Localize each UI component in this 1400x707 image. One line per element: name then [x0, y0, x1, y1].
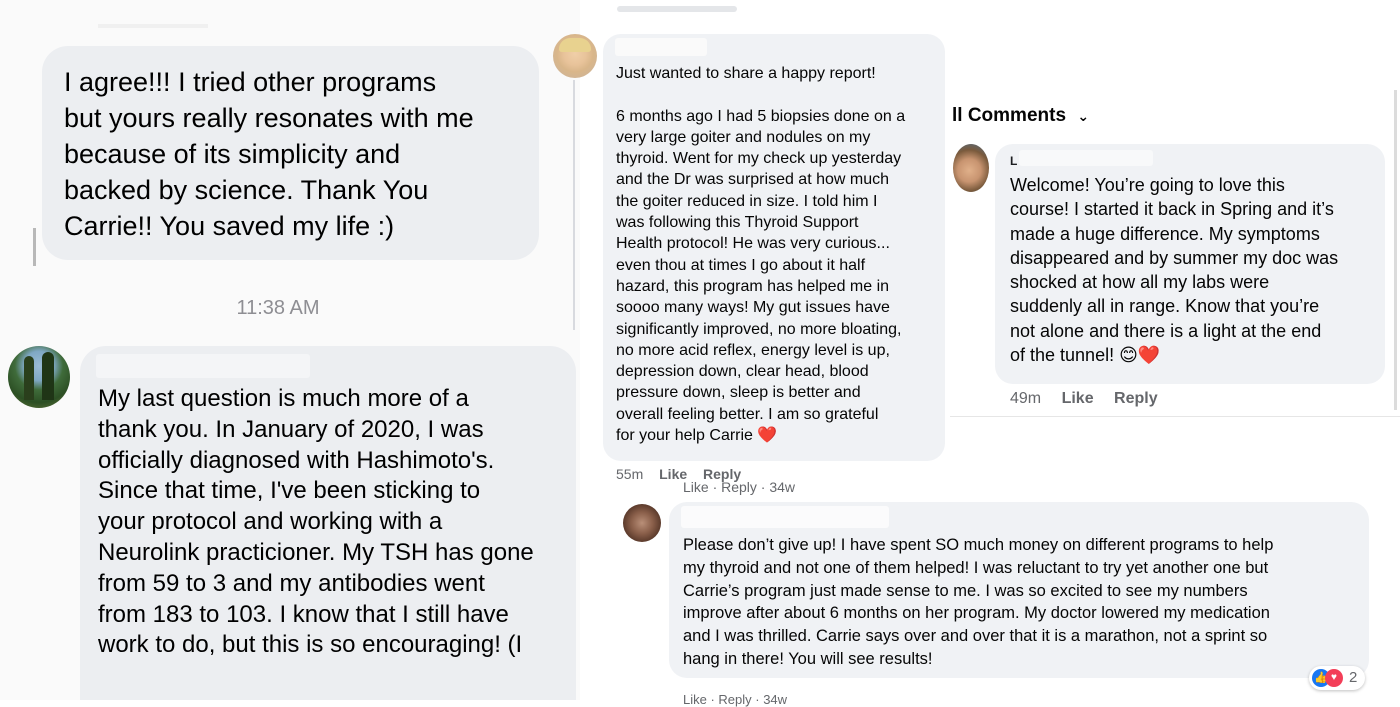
- message-bubble-agree: I agree!!! I tried other programs but yo…: [42, 46, 539, 260]
- heart-emoji-icon: ❤️: [757, 427, 778, 445]
- like-link[interactable]: Like: [1062, 390, 1094, 407]
- tree-icon: [42, 352, 54, 400]
- comment-text: Welcome! You’re going to love this cours…: [1010, 173, 1338, 367]
- reply-link[interactable]: Reply: [1114, 390, 1158, 407]
- comment-body: Just wanted to share a happy report! 6 m…: [616, 65, 906, 445]
- comment-body: Welcome! You’re going to love this cours…: [1010, 175, 1339, 366]
- messenger-panel: I agree!!! I tried other programs but yo…: [0, 0, 580, 700]
- comment-bubble: L Welcome! You’re going to love this cou…: [995, 144, 1385, 384]
- comment-actions: 49m Like Reply: [1010, 390, 1170, 408]
- filter-label: ll Comments: [952, 105, 1067, 126]
- author-initial: L: [1010, 154, 1018, 168]
- bubble-tail-mark: [33, 228, 36, 266]
- commenter-avatar[interactable]: [623, 504, 661, 542]
- all-comments-filter[interactable]: ll Comments ⌄: [952, 105, 1089, 127]
- commenter-avatar[interactable]: [553, 34, 597, 78]
- love-reaction-icon: ♥: [1325, 669, 1343, 687]
- smile-heart-emoji-icon: 😊❤️: [1119, 345, 1161, 366]
- cropped-top-meta: [617, 6, 737, 12]
- comment-bubble: Please don’t give up! I have spent SO mu…: [669, 502, 1369, 678]
- comment-panel-welcome: ll Comments ⌄ L Welcome! You’re going to…: [945, 90, 1400, 420]
- redacted-commenter-name: [681, 506, 889, 528]
- thread-line: [573, 80, 575, 330]
- hair-shape: [559, 38, 591, 52]
- chevron-down-icon: ⌄: [1077, 108, 1090, 124]
- comment-text: Please don’t give up! I have spent SO mu…: [683, 536, 1274, 668]
- reaction-summary[interactable]: 👍 ♥ 2: [1309, 666, 1365, 690]
- comment-panel-dont-give-up: Like · Reply · 34w Please don’t give up!…: [615, 478, 1400, 707]
- right-edge-line: [1394, 90, 1397, 410]
- message-text: My last question is much more of a thank…: [98, 385, 534, 659]
- commenter-avatar[interactable]: [953, 144, 989, 192]
- previous-comment-actions: Like · Reply · 34w: [683, 479, 796, 495]
- comment-text: Just wanted to share a happy report! 6 m…: [616, 63, 905, 446]
- divider: [950, 416, 1400, 417]
- message-bubble-thankyou: My last question is much more of a thank…: [80, 346, 576, 700]
- previous-sender-fragment: [98, 24, 208, 28]
- redacted-commenter-name: [1019, 150, 1153, 166]
- redacted-commenter-name: [615, 38, 707, 56]
- comment-panel-goiter: Just wanted to share a happy report! 6 m…: [545, 0, 955, 490]
- message-text: I agree!!! I tried other programs but yo…: [64, 67, 474, 241]
- message-timestamp: 11:38 AM: [236, 297, 320, 319]
- sender-avatar[interactable]: [8, 346, 70, 408]
- comment-bubble: Just wanted to share a happy report! 6 m…: [603, 34, 945, 461]
- redacted-sender-name: [96, 354, 310, 378]
- tree-icon: [24, 356, 34, 400]
- reaction-count: 2: [1349, 669, 1358, 686]
- comment-time: 49m: [1010, 390, 1042, 407]
